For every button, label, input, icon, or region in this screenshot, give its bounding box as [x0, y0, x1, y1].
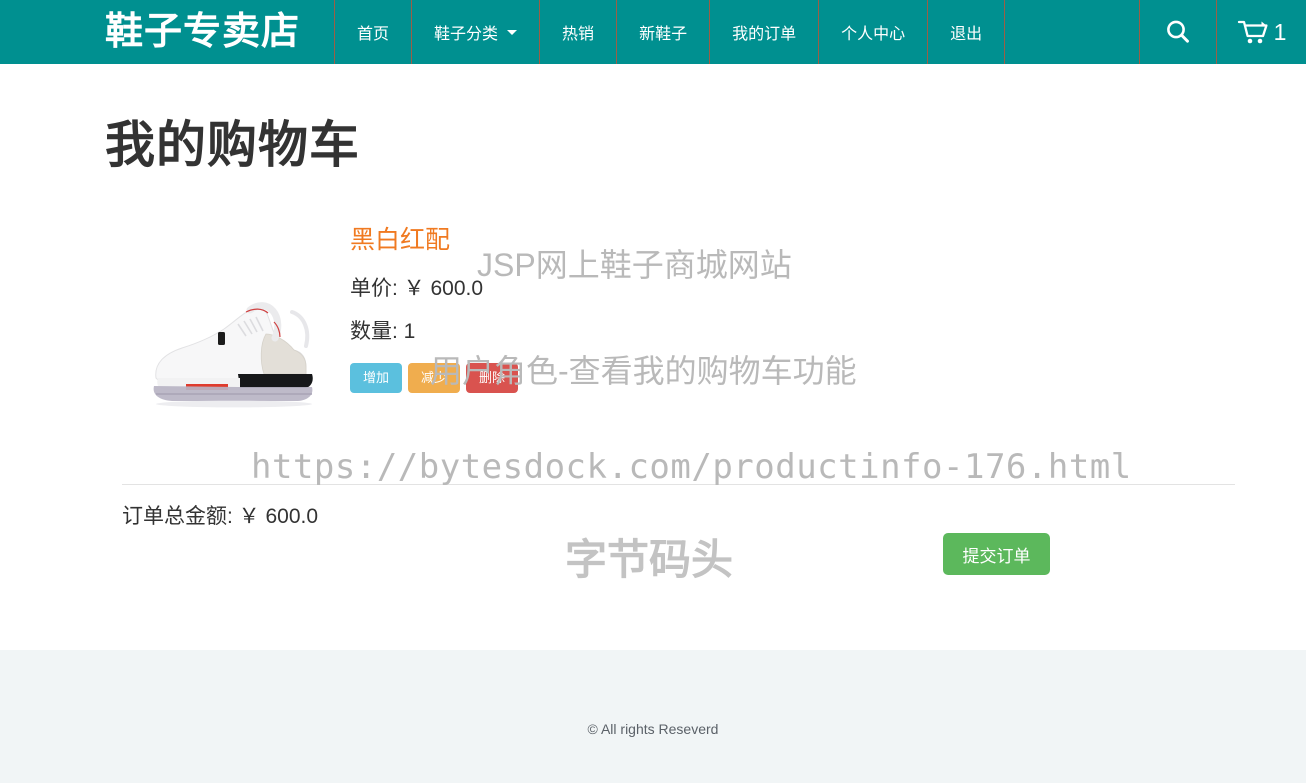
- nav-item-new-shoes-label: 新鞋子: [639, 26, 688, 43]
- page-title: 我的购物车: [105, 117, 360, 173]
- nav-item-hot-sale-label: 热销: [562, 26, 595, 43]
- nav-item-home-label: 首页: [357, 26, 390, 43]
- section-divider: [122, 484, 1235, 485]
- nav-item-home[interactable]: 首页: [334, 0, 411, 64]
- cart-item-row: 黑白红配 单价: ￥ 600.0 数量: 1 增加 减少 删除: [122, 214, 1235, 414]
- nav-item-new-shoes[interactable]: 新鞋子: [616, 0, 709, 64]
- nav-item-logout[interactable]: 退出: [927, 0, 1004, 64]
- cart-count-badge: 1: [1273, 18, 1287, 45]
- order-total-amount: 订单总金额: ￥ 600.0: [122, 505, 319, 528]
- nav-item-shoe-category[interactable]: 鞋子分类: [411, 0, 539, 64]
- product-title-link[interactable]: 黑白红配: [350, 228, 450, 253]
- increase-quantity-button[interactable]: 增加: [350, 363, 403, 394]
- search-icon: [1167, 20, 1189, 43]
- quantity-controls: 增加 减少 删除: [350, 363, 519, 394]
- nav-item-user-center[interactable]: 个人中心: [818, 0, 927, 64]
- product-details: 黑白红配 单价: ￥ 600.0 数量: 1 增加 减少 删除: [350, 214, 519, 394]
- nav-item-hot-sale[interactable]: 热销: [539, 0, 616, 64]
- page-root: 鞋子专卖店 首页 鞋子分类 热销 新鞋子 我的订单 个人中心 退出 1 我的购物…: [0, 0, 1306, 783]
- nav-item-shoe-category-label: 鞋子分类: [434, 26, 499, 43]
- main-content: 我的购物车 黑白红配 单价: ￥ 600.0 数量: 1 增加 减少 删除 订单…: [0, 64, 1306, 650]
- search-button[interactable]: [1139, 0, 1216, 64]
- product-unit-price: 单价: ￥ 600.0: [350, 277, 484, 300]
- chevron-down-icon: [507, 29, 518, 35]
- decrease-quantity-button[interactable]: 减少: [408, 363, 461, 394]
- site-brand-logo[interactable]: 鞋子专卖店: [0, 0, 334, 64]
- product-quantity: 数量: 1: [350, 320, 416, 344]
- page-footer: © All rights Reseverd: [0, 650, 1306, 783]
- shopping-cart-icon: [1237, 20, 1268, 44]
- submit-order-button[interactable]: 提交订单: [943, 533, 1050, 575]
- nav-item-my-orders[interactable]: 我的订单: [709, 0, 818, 64]
- nav-item-user-center-label: 个人中心: [841, 26, 906, 43]
- footer-copyright: © All rights Reseverd: [587, 721, 719, 737]
- nav-links-group: 首页 鞋子分类 热销 新鞋子 我的订单 个人中心 退出: [334, 0, 1004, 64]
- nav-item-my-orders-label: 我的订单: [732, 26, 797, 43]
- nav-spacer: [1004, 0, 1139, 64]
- nav-item-logout-label: 退出: [950, 26, 983, 43]
- top-navigation-bar: 鞋子专卖店 首页 鞋子分类 热销 新鞋子 我的订单 个人中心 退出 1: [0, 0, 1306, 64]
- sneaker-image: [134, 274, 330, 414]
- delete-item-button[interactable]: 删除: [466, 363, 519, 394]
- cart-button[interactable]: 1: [1216, 0, 1306, 64]
- product-thumbnail[interactable]: [134, 274, 330, 414]
